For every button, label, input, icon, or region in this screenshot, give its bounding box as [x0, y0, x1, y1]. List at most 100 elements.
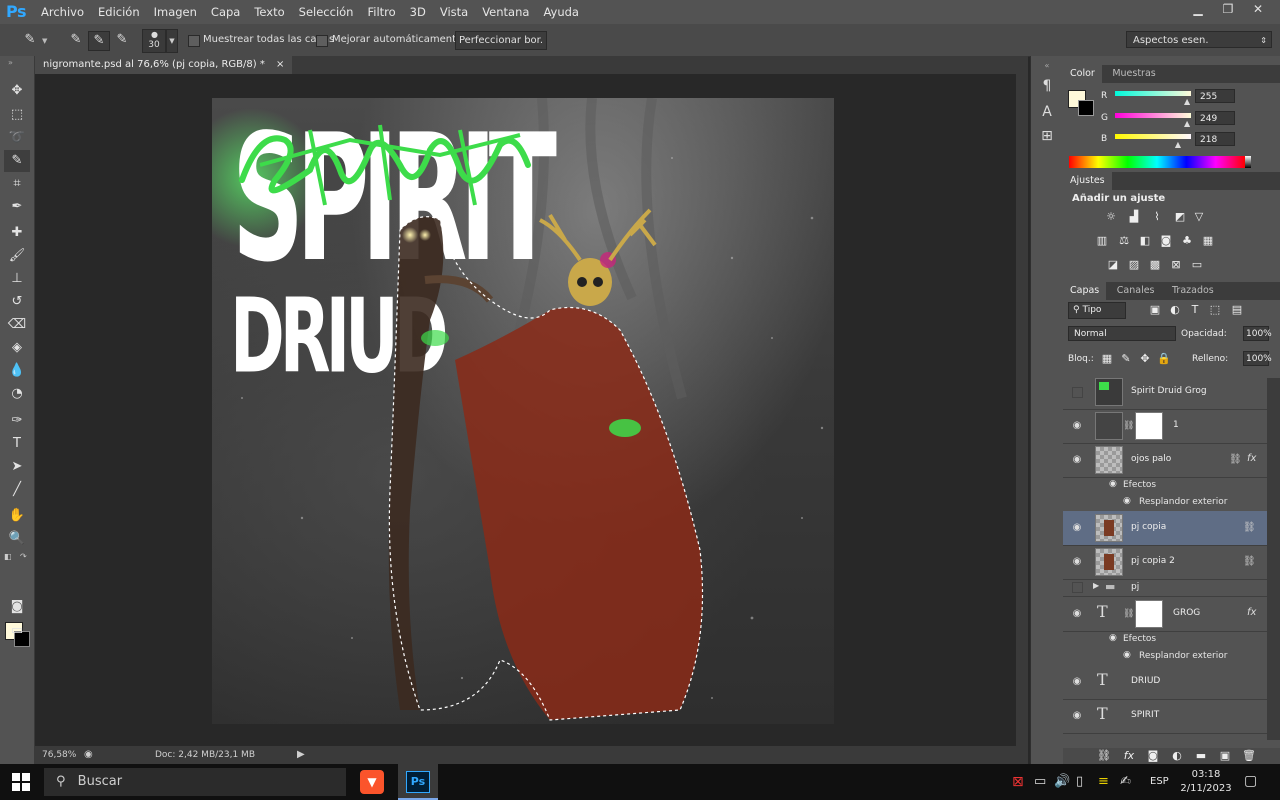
quick-mask-icon[interactable]: ◙	[4, 596, 30, 618]
expand-arrow-icon[interactable]: ▶	[1093, 581, 1099, 590]
gradient-map-icon[interactable]: ▭	[1189, 258, 1205, 272]
link-layers-icon[interactable]: ⛓	[1096, 749, 1112, 763]
mask-link-icon[interactable]: ⛓	[1123, 609, 1134, 619]
levels-icon[interactable]: ▟	[1126, 210, 1142, 224]
tab-capas[interactable]: Capas	[1063, 282, 1107, 300]
status-menu-arrow-icon[interactable]: ▶	[297, 749, 305, 760]
restore-icon[interactable]: ❐	[1214, 0, 1242, 18]
tab-trazados[interactable]: Trazados	[1165, 282, 1221, 300]
antivirus-tray-icon[interactable]: ⊠	[1012, 774, 1024, 790]
eyedropper-tool-icon[interactable]: ✒	[4, 196, 30, 218]
subtract-selection-icon[interactable]: ✎	[112, 31, 132, 49]
new-group-icon[interactable]: ▬	[1193, 749, 1209, 763]
menu-3d[interactable]: 3D	[403, 0, 433, 24]
menu-ayuda[interactable]: Ayuda	[536, 0, 586, 24]
r-slider[interactable]	[1115, 91, 1191, 96]
tab-color[interactable]: Color	[1063, 65, 1102, 83]
effect-outer-glow-row[interactable]: ◉ Resplandor exterior	[1063, 648, 1267, 665]
brush-size-picker[interactable]: ● 30	[142, 29, 166, 53]
pen-tray-icon[interactable]: ✍	[1120, 774, 1131, 789]
eye-icon[interactable]: ◉	[1071, 556, 1083, 568]
menu-archivo[interactable]: Archivo	[34, 0, 91, 24]
sample-all-layers-checkbox[interactable]	[188, 35, 200, 47]
brush-picker-dropdown[interactable]: ▼	[166, 29, 178, 53]
hue-saturation-icon[interactable]: ▥	[1094, 234, 1110, 248]
visibility-off-icon[interactable]	[1072, 387, 1083, 398]
menu-imagen[interactable]: Imagen	[147, 0, 204, 24]
clock[interactable]: 03:18 2/11/2023	[1176, 768, 1236, 796]
opacity-input[interactable]: 100%	[1243, 326, 1272, 341]
eye-icon[interactable]: ◉	[1071, 676, 1083, 688]
history-brush-tool-icon[interactable]: ↺	[4, 291, 30, 313]
fx-icon[interactable]: fx	[1247, 453, 1256, 464]
effect-eye-icon[interactable]: ◉	[1123, 650, 1131, 660]
eye-icon[interactable]: ◉	[1071, 420, 1083, 432]
exposure-icon[interactable]: ◩	[1172, 210, 1188, 224]
tab-ajustes[interactable]: Ajustes	[1063, 172, 1112, 190]
color-panel-background[interactable]	[1078, 100, 1094, 116]
language-indicator[interactable]: ESP	[1150, 776, 1169, 787]
menu-vista[interactable]: Vista	[433, 0, 475, 24]
new-layer-icon[interactable]: ▣	[1217, 749, 1233, 763]
tool-preset-icon[interactable]: ✎	[20, 31, 40, 49]
taskbar-search[interactable]: ⚲ Buscar	[44, 768, 346, 796]
battery-icon[interactable]: ▯	[1076, 774, 1083, 789]
menu-ventana[interactable]: Ventana	[475, 0, 536, 24]
menu-filtro[interactable]: Filtro	[360, 0, 402, 24]
tab-muestras[interactable]: Muestras	[1105, 65, 1162, 83]
layer-mask-thumbnail[interactable]	[1135, 412, 1163, 440]
brush-tool-icon[interactable]: 🖌	[4, 245, 30, 267]
menu-edicion[interactable]: Edición	[91, 0, 147, 24]
default-colors-icon[interactable]: ◧	[4, 552, 12, 561]
layer-row[interactable]: Spirit Druid Grog	[1063, 375, 1267, 410]
threshold-icon[interactable]: ▩	[1147, 258, 1163, 272]
photoshop-taskbar-button[interactable]: Ps	[398, 764, 438, 800]
menu-capa[interactable]: Capa	[204, 0, 247, 24]
channel-mixer-icon[interactable]: ♣	[1179, 234, 1195, 248]
color-spectrum-bar[interactable]	[1069, 156, 1245, 168]
photo-filter-icon[interactable]: ◙	[1158, 234, 1174, 248]
hand-tool-icon[interactable]: ✋	[4, 505, 30, 527]
zoom-level[interactable]: 76,58%	[42, 750, 76, 760]
menu-texto[interactable]: Texto	[247, 0, 291, 24]
eye-icon[interactable]: ◉	[1071, 522, 1083, 534]
filter-pixel-icon[interactable]: ▣	[1147, 303, 1163, 317]
move-tool-icon[interactable]: ✥	[4, 80, 30, 102]
black-white-icon[interactable]: ◧	[1137, 234, 1153, 248]
notes-tray-icon[interactable]: ≡	[1098, 774, 1109, 789]
layer-row[interactable]: ◉ ⛓ 1	[1063, 409, 1267, 444]
menu-seleccion[interactable]: Selección	[292, 0, 361, 24]
effects-eye-icon[interactable]: ◉	[1109, 633, 1117, 643]
blur-tool-icon[interactable]: 💧	[4, 360, 30, 382]
properties-icon[interactable]: ⊞	[1037, 126, 1057, 146]
lock-all-icon[interactable]: 🔒	[1156, 352, 1172, 366]
network-icon[interactable]: ▭	[1034, 774, 1046, 789]
eye-icon[interactable]: ◉	[1071, 710, 1083, 722]
color-balance-icon[interactable]: ⚖	[1116, 234, 1132, 248]
notifications-icon[interactable]: ▢	[1244, 773, 1257, 789]
color-lookup-icon[interactable]: ▦	[1200, 234, 1216, 248]
collapse-panels-icon[interactable]: «	[1037, 56, 1057, 76]
new-selection-icon[interactable]: ✎	[66, 31, 86, 49]
workspace-dropdown[interactable]: Aspectos esen. ⇕	[1126, 31, 1272, 48]
close-icon[interactable]: ✕	[1244, 0, 1272, 18]
layer-row[interactable]: ◉ T SPIRIT	[1063, 699, 1267, 734]
paint-bucket-tool-icon[interactable]: ◈	[4, 337, 30, 359]
marquee-tool-icon[interactable]: ⬚	[4, 104, 30, 126]
black-white-ramp[interactable]	[1245, 156, 1251, 168]
g-slider[interactable]	[1115, 113, 1191, 118]
curves-icon[interactable]: ⌇	[1149, 210, 1165, 224]
effect-outer-glow-row[interactable]: ◉ Resplandor exterior	[1063, 494, 1267, 511]
lasso-tool-icon[interactable]: ➰	[4, 127, 30, 149]
b-slider-thumb[interactable]: ▲	[1175, 140, 1181, 149]
layer-row[interactable]: ◉ pj copia 2 ⛓	[1063, 545, 1267, 580]
r-slider-thumb[interactable]: ▲	[1184, 97, 1190, 106]
crop-tool-icon[interactable]: ⌗	[4, 173, 30, 195]
add-mask-icon[interactable]: ◙	[1145, 749, 1161, 763]
character-icon[interactable]: A	[1037, 102, 1057, 122]
auto-enhance-checkbox[interactable]	[316, 35, 328, 47]
layer-group-row[interactable]: ▶ ▬ pj	[1063, 579, 1267, 597]
brightness-icon[interactable]: ☼	[1103, 210, 1119, 224]
add-style-icon[interactable]: fx	[1121, 749, 1137, 763]
quick-selection-tool-icon[interactable]: ✎	[4, 150, 30, 172]
